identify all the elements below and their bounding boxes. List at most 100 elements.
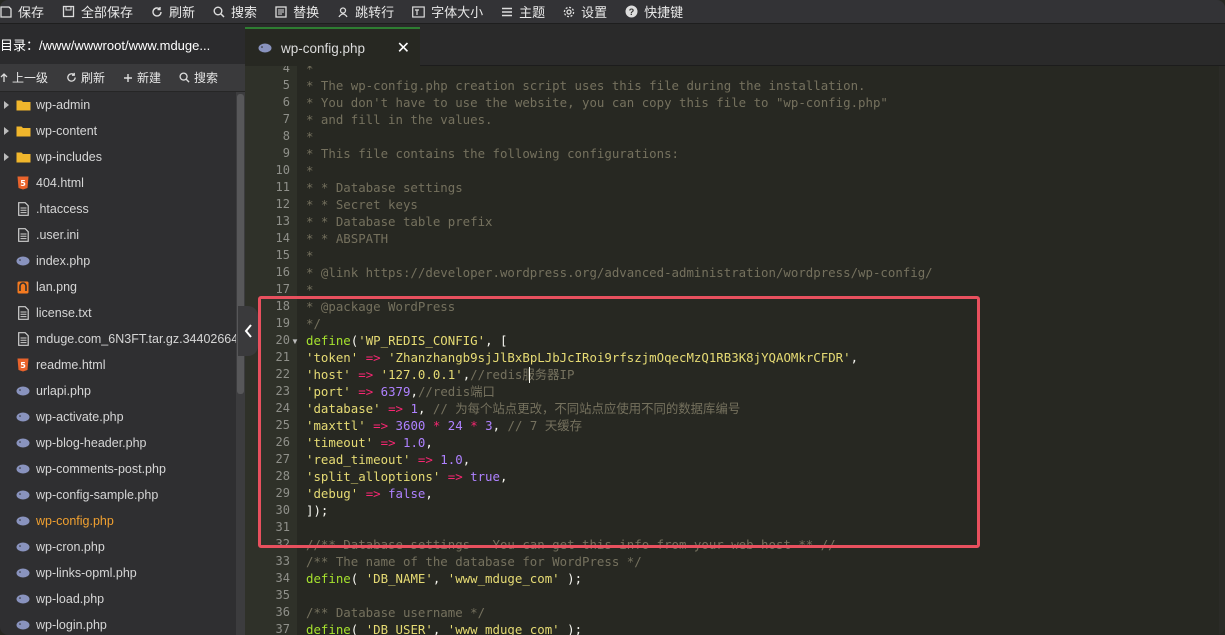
code-line: *: [306, 163, 314, 178]
code-line: * You don't have to use the website, you…: [306, 95, 888, 110]
search-button[interactable]: 搜索: [204, 0, 266, 24]
line-number: 31: [275, 520, 290, 534]
shortcuts-button[interactable]: ? 快捷键: [616, 0, 692, 24]
line-number: 5: [282, 78, 290, 92]
code-line: define( 'DB_USER', 'www_mduge_com' );: [306, 622, 583, 635]
file-item[interactable]: wp-config.php: [0, 508, 245, 534]
file-name: wp-content: [36, 124, 98, 138]
sidebar-refresh-label: 刷新: [81, 71, 106, 85]
editor-scrollbar[interactable]: [1219, 66, 1225, 635]
help-icon: ?: [625, 5, 638, 18]
pin-icon: [338, 6, 348, 17]
file-item[interactable]: 5 readme.html: [0, 352, 245, 378]
goto-line-button[interactable]: 跳转行: [328, 0, 403, 24]
file-item[interactable]: wp-cron.php: [0, 534, 245, 560]
refresh-icon: [152, 6, 162, 17]
settings-button[interactable]: 设置: [554, 0, 616, 24]
file-name: wp-blog-header.php: [36, 436, 147, 450]
code-line: 'debug' => false,: [306, 486, 433, 501]
up-level-button[interactable]: 上一级: [0, 69, 48, 86]
code-editor-window: 保存 全部保存 刷新 搜索 替换 跳转行 字体大小 主题 设置 ? 快捷键 目录…: [0, 0, 1225, 635]
code-line: *: [306, 248, 314, 263]
file-item[interactable]: wp-activate.php: [0, 404, 245, 430]
tab-wp-config[interactable]: wp-config.php ✕: [245, 27, 420, 67]
close-tab-icon[interactable]: ✕: [397, 38, 410, 58]
code-line: * @link https://developer.wordpress.org/…: [306, 265, 933, 280]
file-name: wp-cron.php: [36, 540, 105, 554]
sidebar-refresh-button[interactable]: 刷新: [66, 69, 105, 86]
code-line: * * Database table prefix: [306, 214, 493, 229]
line-number: 24: [275, 401, 290, 415]
caret-right-icon[interactable]: [0, 144, 12, 170]
caret-right-icon[interactable]: [0, 118, 12, 144]
line-number: 27: [275, 452, 290, 466]
file-item[interactable]: lan.png: [0, 274, 245, 300]
file-name: wp-activate.php: [36, 410, 124, 424]
folder-item[interactable]: wp-admin: [0, 92, 245, 118]
directory-path[interactable]: 目录：/www/wwwroot/www.mduge...: [0, 24, 245, 64]
directory-path-label: 目录：/www/wwwroot/www.mduge...: [0, 37, 211, 53]
line-number: 16: [275, 265, 290, 279]
font-size-button[interactable]: 字体大小: [403, 0, 492, 24]
sidebar-search-button[interactable]: 搜索: [179, 69, 218, 86]
sidebar-scrollbar[interactable]: [236, 92, 245, 635]
replace-label: 替换: [293, 5, 320, 20]
php-icon: [12, 255, 34, 267]
code-line: * * Secret keys: [306, 197, 418, 212]
code-line: define( 'DB_NAME', 'www_mduge_com' );: [306, 571, 583, 586]
file-item[interactable]: wp-links-opml.php: [0, 560, 245, 586]
text-icon: [12, 332, 34, 346]
file-item[interactable]: .user.ini: [0, 222, 245, 248]
file-item[interactable]: wp-comments-post.php: [0, 456, 245, 482]
php-icon: [12, 619, 34, 631]
code-line: ]);: [306, 503, 329, 518]
theme-label: 主题: [519, 5, 546, 20]
code-line: 'database' => 1, // 为每个站点更改，不同站点应使用不同的数据…: [306, 401, 741, 416]
code-line: *: [306, 66, 314, 76]
line-number: 17: [275, 282, 290, 296]
save-button[interactable]: 保存: [0, 0, 53, 24]
collapse-sidebar-button[interactable]: [238, 306, 258, 356]
caret-right-icon[interactable]: [0, 92, 12, 118]
line-number: 34: [275, 571, 290, 585]
fold-arrow-icon[interactable]: ▼: [291, 337, 299, 346]
refresh-button[interactable]: 刷新: [142, 0, 204, 24]
line-number: 11: [275, 180, 290, 194]
file-item[interactable]: .htaccess: [0, 196, 245, 222]
folder-item[interactable]: wp-content: [0, 118, 245, 144]
php-icon: [12, 593, 34, 605]
file-item[interactable]: wp-config-sample.php: [0, 482, 245, 508]
file-item[interactable]: urlapi.php: [0, 378, 245, 404]
new-file-button[interactable]: 新建: [123, 69, 161, 86]
file-item[interactable]: mduge.com_6N3FT.tar.gz.34402664: [0, 326, 245, 352]
code-editor[interactable]: 4 5 6 7 8 9 10 11 12 13 14 15 16 17 18 19 20 ▼ 21 22 23 24 25 2…: [245, 66, 1225, 635]
php-icon: [12, 385, 34, 397]
line-number: 37: [275, 622, 290, 635]
file-name: wp-links-opml.php: [36, 566, 137, 580]
file-item[interactable]: wp-load.php: [0, 586, 245, 612]
file-item[interactable]: index.php: [0, 248, 245, 274]
line-number: 14: [275, 231, 290, 245]
file-name: index.php: [36, 254, 91, 268]
editor-toolbar: 保存 全部保存 刷新 搜索 替换 跳转行 字体大小 主题 设置 ? 快捷键: [0, 0, 1225, 24]
line-number: 29: [275, 486, 290, 500]
save-all-button[interactable]: 全部保存: [53, 0, 142, 24]
file-item[interactable]: 5 404.html: [0, 170, 245, 196]
line-number: 28: [275, 469, 290, 483]
font-size-label: 字体大小: [431, 5, 484, 20]
line-number: 22: [275, 367, 290, 381]
theme-button[interactable]: 主题: [492, 0, 554, 24]
file-item[interactable]: wp-blog-header.php: [0, 430, 245, 456]
shortcuts-label: 快捷键: [644, 5, 684, 20]
file-item[interactable]: wp-login.php: [0, 612, 245, 635]
replace-button[interactable]: 替换: [266, 0, 328, 24]
folder-item[interactable]: wp-includes: [0, 144, 245, 170]
file-item[interactable]: license.txt: [0, 300, 245, 326]
